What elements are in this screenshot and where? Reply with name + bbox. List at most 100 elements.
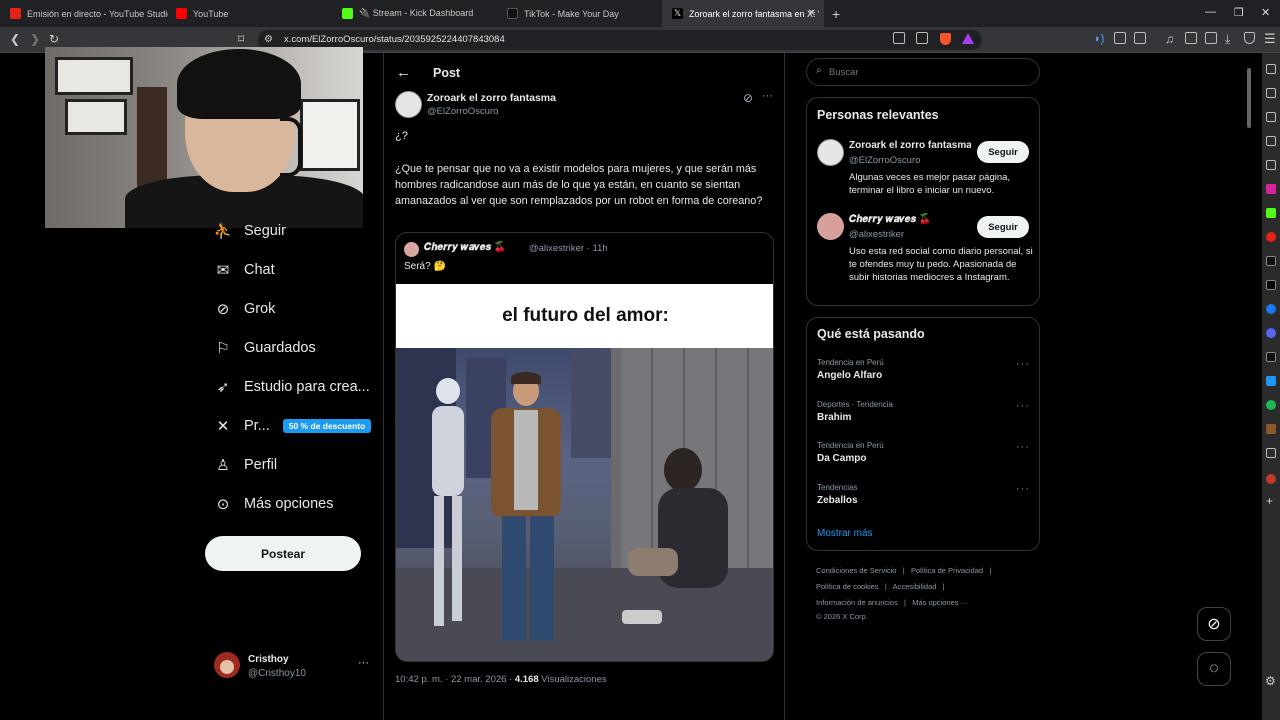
sidebar-bookmarks-icon[interactable] <box>1266 88 1276 98</box>
nav-premium[interactable]: ✕ Pr... <box>214 417 270 435</box>
footer-link[interactable]: Información de anuncios <box>816 598 898 607</box>
extensions-icon[interactable] <box>1114 32 1126 44</box>
vpn-icon[interactable] <box>1244 32 1255 44</box>
grok-fab-icon[interactable]: ⊘ <box>1197 607 1231 641</box>
trend-more-icon[interactable]: ··· <box>1016 483 1030 495</box>
avatar[interactable] <box>817 139 844 166</box>
minimize-icon[interactable]: — <box>1205 6 1216 18</box>
maximize-icon[interactable]: ❐ <box>1234 6 1244 19</box>
sidebar-youtube-icon[interactable] <box>1266 232 1276 242</box>
person-name[interactable]: Zoroark el zorro fantasma... <box>849 140 971 151</box>
trend-item[interactable]: Deportes · Tendencia Brahim <box>817 400 893 423</box>
cast-icon[interactable] <box>893 32 905 44</box>
author-name[interactable]: Zoroark el zorro fantasma <box>427 92 556 104</box>
sidebar-app-icon[interactable] <box>1266 376 1276 386</box>
trend-more-icon[interactable]: ··· <box>1016 358 1030 370</box>
person-name[interactable]: 𝑪𝒉𝒆𝒓𝒓𝒚 𝒘𝒂𝒗𝒆𝒔 🍒 <box>849 214 931 225</box>
post-button[interactable]: Postear <box>205 536 361 571</box>
scrollbar-thumb[interactable] <box>1247 68 1251 128</box>
nav-bookmarks[interactable]: ⚐ Guardados <box>214 339 315 357</box>
sidebar-toggle-icon[interactable] <box>1185 32 1197 44</box>
sidebar-kick-icon[interactable] <box>1266 208 1276 218</box>
sidebar-reading-icon[interactable] <box>1266 64 1276 74</box>
chat-fab-icon[interactable]: ◌ <box>1197 652 1231 686</box>
search-input[interactable] <box>829 64 1029 80</box>
brave-shield-icon[interactable] <box>940 33 951 45</box>
back-icon[interactable]: ❮ <box>10 32 20 46</box>
brave-rewards-icon[interactable] <box>962 33 974 44</box>
post-image[interactable] <box>396 348 773 661</box>
show-more-link[interactable]: Mostrar más <box>817 528 873 539</box>
audio-icon[interactable]: ◗) <box>1094 33 1104 45</box>
person-handle[interactable]: @ElZorroOscuro <box>849 155 920 166</box>
quoted-post[interactable]: 𝑪𝒉𝒆𝒓𝒓𝒚 𝒘𝒂𝒗𝒆𝒔 🍒 @alixestriker · 11h Será?… <box>395 232 774 662</box>
sidebar-instagram-icon[interactable] <box>1266 184 1276 194</box>
x-logo-icon: ✕ <box>216 418 230 435</box>
menu-icon[interactable]: ☰ <box>1264 31 1276 47</box>
back-arrow-icon[interactable]: ← <box>396 64 411 81</box>
sidebar-x-icon[interactable] <box>1266 280 1276 290</box>
footer-link[interactable]: Accesibilidad <box>893 582 937 591</box>
premium-discount-badge[interactable]: 50 % de descuento <box>283 419 371 433</box>
sidebar-settings-icon[interactable]: ⚙ <box>1265 674 1276 688</box>
trend-item[interactable]: Tendencia en Perú Angelo Alfaro <box>817 358 884 381</box>
trend-more-icon[interactable]: ··· <box>1016 441 1030 453</box>
nav-creator-studio[interactable]: ➶ Estudio para crea... <box>214 378 370 396</box>
bookmark-page-icon[interactable]: ⌑ <box>238 32 244 46</box>
follow-button[interactable]: Seguir <box>977 141 1029 163</box>
tab-youtube[interactable]: YouTube <box>166 0 334 27</box>
sidebar-add-icon[interactable]: + <box>1266 494 1273 508</box>
footer-link[interactable]: Condiciones de Servicio <box>816 566 896 575</box>
music-icon[interactable]: ♫ <box>1165 32 1174 46</box>
avatar[interactable] <box>817 213 844 240</box>
nav-chat[interactable]: ✉ Chat <box>214 261 275 279</box>
mail-icon: ✉ <box>216 262 230 279</box>
tab-kick[interactable]: 🔌 Stream - Kick Dashboard <box>332 0 500 27</box>
sidebar-window-icon[interactable] <box>1266 448 1276 458</box>
sidebar-history-icon[interactable] <box>1266 112 1276 122</box>
sidebar-facebook-icon[interactable] <box>1266 304 1276 314</box>
download-icon[interactable]: ⤓ <box>1225 32 1230 47</box>
reload-icon[interactable]: ↻ <box>49 32 59 46</box>
share-icon[interactable] <box>916 32 928 44</box>
person-handle[interactable]: @alixestriker <box>849 229 904 240</box>
nav-more-options[interactable]: ⊙ Más opciones <box>214 495 334 513</box>
trend-item[interactable]: Tendencias Zeballos <box>817 483 858 506</box>
sidebar-red-app-icon[interactable] <box>1266 474 1276 484</box>
account-menu-icon[interactable]: ··· <box>358 657 369 669</box>
sidebar-m-icon[interactable] <box>1266 256 1276 266</box>
sidebar-wallet-icon[interactable] <box>1266 136 1276 146</box>
footer-link[interactable]: Más opciones ··· <box>912 598 968 607</box>
post-timestamp[interactable]: 10:42 p. m. · 22 mar. 2026 · <box>395 674 515 685</box>
nav-profile[interactable]: ♙ Perfil <box>214 456 277 474</box>
close-window-icon[interactable]: ✕ <box>1261 6 1270 19</box>
post-more-icon[interactable]: ··· <box>762 90 773 102</box>
trend-more-icon[interactable]: ··· <box>1016 400 1030 412</box>
sidebar-book-icon[interactable] <box>1266 160 1276 170</box>
page-scrollbar[interactable] <box>1246 58 1252 718</box>
url-text[interactable]: x.com/ElZorroOscuro/status/2035925224407… <box>284 34 505 45</box>
grok-explain-icon[interactable]: ⊘ <box>743 91 753 105</box>
footer-link[interactable]: Política de Privacidad <box>911 566 983 575</box>
close-tab-icon[interactable]: ✕ <box>808 8 816 19</box>
site-info-icon[interactable]: ⚙ <box>264 34 273 45</box>
sidebar-tiktok-icon[interactable] <box>1266 352 1276 362</box>
tab-x-post[interactable]: 𝕏 Zoroark el zorro fantasma en X: " ✕ <box>662 0 824 27</box>
tab-youtube-studio[interactable]: Emisión en directo - YouTube Studio <box>0 0 168 27</box>
sidebar-green-app-icon[interactable] <box>1266 400 1276 410</box>
nav-follow[interactable]: ⛹ Seguir <box>214 222 286 240</box>
sidebar-discord-icon[interactable] <box>1266 328 1276 338</box>
wallet-icon[interactable] <box>1205 32 1217 44</box>
search-field[interactable]: ⌕ <box>806 58 1040 86</box>
screenshot-icon[interactable] <box>1134 32 1146 44</box>
author-avatar[interactable] <box>395 91 422 118</box>
trend-item[interactable]: Tendencia en Perú Da Campo <box>817 441 884 464</box>
nav-grok[interactable]: ⊘ Grok <box>214 300 276 318</box>
tab-tiktok[interactable]: TikTok - Make Your Day <box>497 0 665 27</box>
author-handle[interactable]: @ElZorroOscuro <box>427 106 498 117</box>
follow-button[interactable]: Seguir <box>977 216 1029 238</box>
new-tab-icon[interactable]: + <box>832 6 840 22</box>
forward-icon[interactable]: ❯ <box>30 32 40 46</box>
footer-link[interactable]: Política de cookies <box>816 582 879 591</box>
sidebar-brown-app-icon[interactable] <box>1266 424 1276 434</box>
